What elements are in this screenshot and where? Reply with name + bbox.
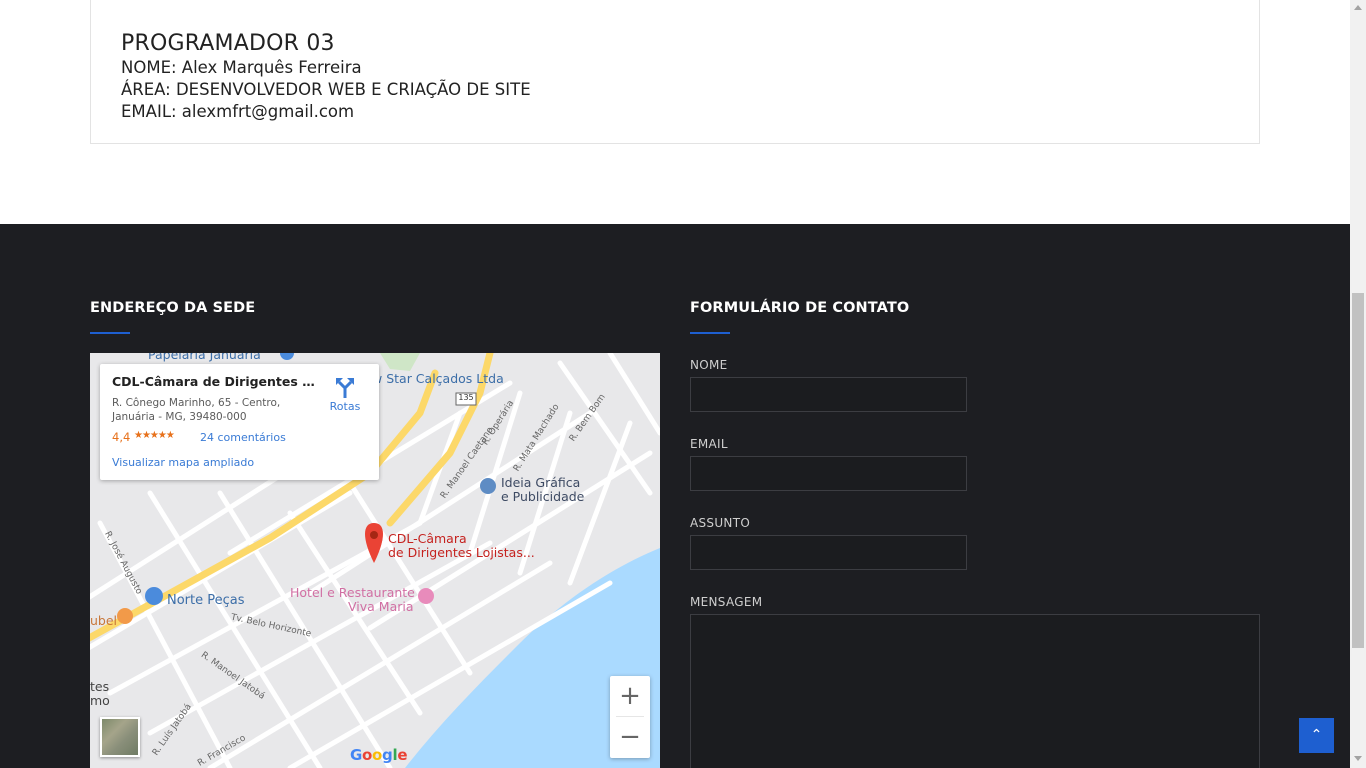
directions-button[interactable]: Rotas: [325, 374, 365, 416]
place-name: CDL-Câmara de Dirigentes Loj...: [112, 374, 317, 389]
email-input[interactable]: [690, 456, 967, 491]
poi-tes: tes: [90, 679, 110, 694]
programmer-name: NOME: Alex Marquês Ferreira: [121, 58, 362, 77]
google-logo-letter: g: [382, 746, 393, 764]
map-info-card: CDL-Câmara de Dirigentes Loj... R. Côneg…: [100, 364, 379, 480]
page: PROGRAMADOR 03 NOME: Alex Marquês Ferrei…: [0, 0, 1366, 768]
poi-papelaria[interactable]: Papelaria Januária: [148, 353, 261, 362]
reviews-link[interactable]: 24 comentários: [200, 431, 286, 444]
google-logo: Google: [350, 746, 407, 764]
scroll-down-arrow-icon[interactable]: [1354, 756, 1362, 761]
programmer-email: EMAIL: alexmfrt@gmail.com: [121, 102, 355, 121]
programmer-card: PROGRAMADOR 03 NOME: Alex Marquês Ferrei…: [90, 0, 1260, 144]
place-address-line1: R. Cônego Marinho, 65 - Centro,: [112, 397, 281, 409]
zoom-in-button[interactable]: +: [610, 676, 650, 716]
subject-input[interactable]: [690, 535, 967, 570]
place-rating: 4,4: [112, 430, 131, 444]
subject-label: ASSUNTO: [690, 516, 751, 530]
poi-hotel-line2[interactable]: Viva Maria: [348, 599, 414, 614]
address-title-underline: [90, 332, 130, 334]
satellite-toggle[interactable]: [100, 717, 140, 757]
poi-calcados[interactable]: w Star Calçados Ltda: [372, 371, 504, 386]
map[interactable]: Papelaria Januária w Star Calçados Ltda …: [90, 353, 660, 768]
name-label: NOME: [690, 358, 728, 372]
directions-label: Rotas: [329, 400, 361, 413]
team-section: PROGRAMADOR 03 NOME: Alex Marquês Ferrei…: [0, 0, 1350, 224]
poi-hotel-line1[interactable]: Hotel e Restaurante: [290, 585, 415, 600]
poi-grafica-line1[interactable]: Ideia Gráfica: [501, 475, 580, 490]
directions-icon: [336, 378, 354, 398]
poi-grafica-line2[interactable]: e Publicidade: [501, 489, 584, 504]
poi-mo: mo: [90, 693, 110, 708]
scrollbar-thumb[interactable]: [1352, 293, 1364, 648]
message-textarea[interactable]: [690, 614, 1260, 768]
google-logo-letter: o: [362, 746, 373, 764]
programmer-title: PROGRAMADOR 03: [121, 31, 335, 56]
place-address-line2: Januária - MG, 39480-000: [112, 411, 247, 423]
programmer-area: ÁREA: DESENVOLVEDOR WEB E CRIAÇÃO DE SIT…: [121, 80, 531, 99]
contact-title: FORMULÁRIO DE CONTATO: [690, 300, 910, 316]
page-scrollbar[interactable]: [1350, 0, 1366, 768]
zoom-out-button[interactable]: −: [610, 717, 650, 757]
contact-title-underline: [690, 332, 730, 334]
zoom-controls: + −: [610, 676, 650, 758]
scroll-up-arrow-icon[interactable]: [1354, 5, 1362, 10]
message-label: MENSAGEM: [690, 595, 763, 609]
google-logo-letter: o: [372, 746, 383, 764]
name-input[interactable]: [690, 377, 967, 412]
google-logo-letter: e: [397, 746, 408, 764]
poi-bel[interactable]: ubel: [90, 613, 117, 628]
enlarge-map-link[interactable]: Visualizar mapa ampliado: [112, 456, 254, 469]
poi-norte-pecas[interactable]: Norte Peças: [167, 593, 245, 608]
star-rating-icon: ★★★★★: [134, 430, 175, 441]
back-to-top-button[interactable]: ⌃: [1299, 718, 1334, 753]
chevron-up-icon: ⌃: [1310, 727, 1323, 743]
pin-label-line2[interactable]: de Dirigentes Lojistas...: [388, 545, 535, 560]
pin-label-line1[interactable]: CDL-Câmara: [388, 531, 467, 546]
google-logo-letter: G: [350, 746, 363, 764]
address-title: ENDEREÇO DA SEDE: [90, 300, 256, 316]
route-shield: 135: [458, 393, 474, 402]
email-label: EMAIL: [690, 437, 728, 451]
place-address: R. Cônego Marinho, 65 - Centro, Januária…: [112, 396, 302, 424]
